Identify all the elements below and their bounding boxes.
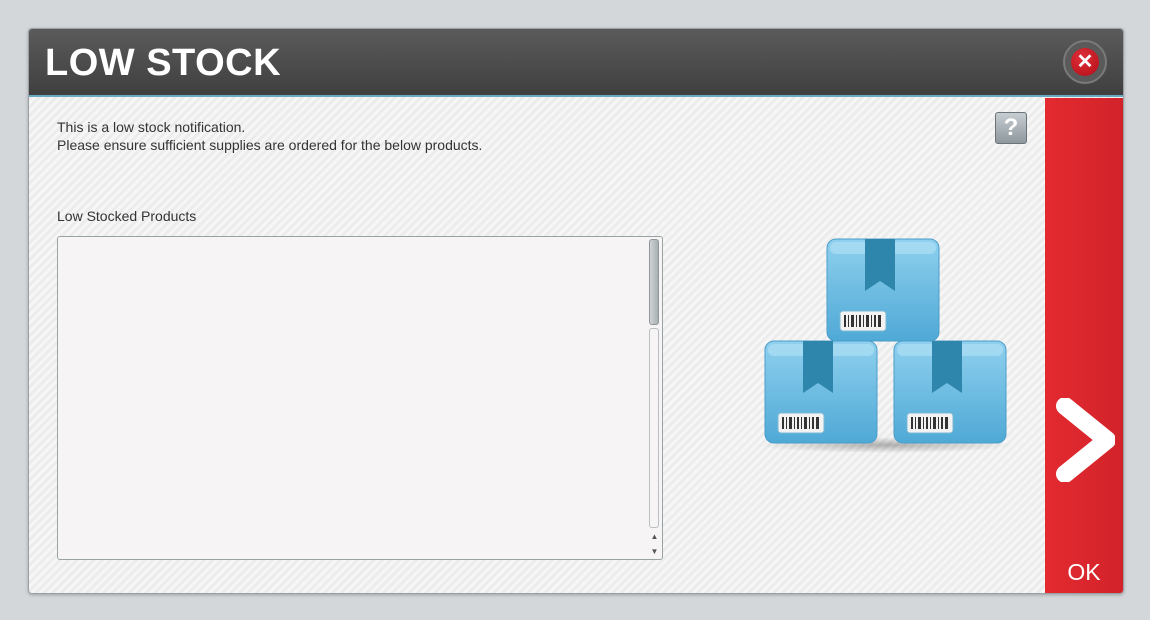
stacked-boxes-icon: [755, 235, 1017, 455]
close-icon: ✕: [1071, 48, 1099, 76]
low-stocked-products-list[interactable]: ▲ ▼: [57, 236, 663, 560]
ok-label: OK: [1067, 559, 1101, 585]
scroll-down-arrow-icon[interactable]: ▼: [648, 545, 661, 558]
scroll-up-arrow-icon[interactable]: ▲: [648, 530, 661, 543]
notification-message-line2: Please ensure sufficient supplies are or…: [57, 137, 483, 153]
title-bar: LOW STOCK ✕: [29, 29, 1123, 97]
help-icon: ?: [1003, 114, 1019, 141]
scrollbar-thumb[interactable]: [649, 239, 659, 325]
low-stock-dialog: LOW STOCK ✕ This is a low stock notifica…: [28, 28, 1124, 594]
dialog-title: LOW STOCK: [45, 42, 282, 84]
close-button[interactable]: ✕: [1063, 40, 1107, 84]
help-button[interactable]: ?: [995, 112, 1027, 144]
list-scrollbar[interactable]: ▲ ▼: [648, 238, 661, 558]
notification-message-line1: This is a low stock notification.: [57, 119, 246, 135]
ok-button[interactable]: OK: [1045, 98, 1123, 593]
scrollbar-track: [649, 328, 659, 528]
low-stocked-products-label: Low Stocked Products: [57, 208, 197, 224]
chevron-right-icon: [1055, 397, 1116, 487]
